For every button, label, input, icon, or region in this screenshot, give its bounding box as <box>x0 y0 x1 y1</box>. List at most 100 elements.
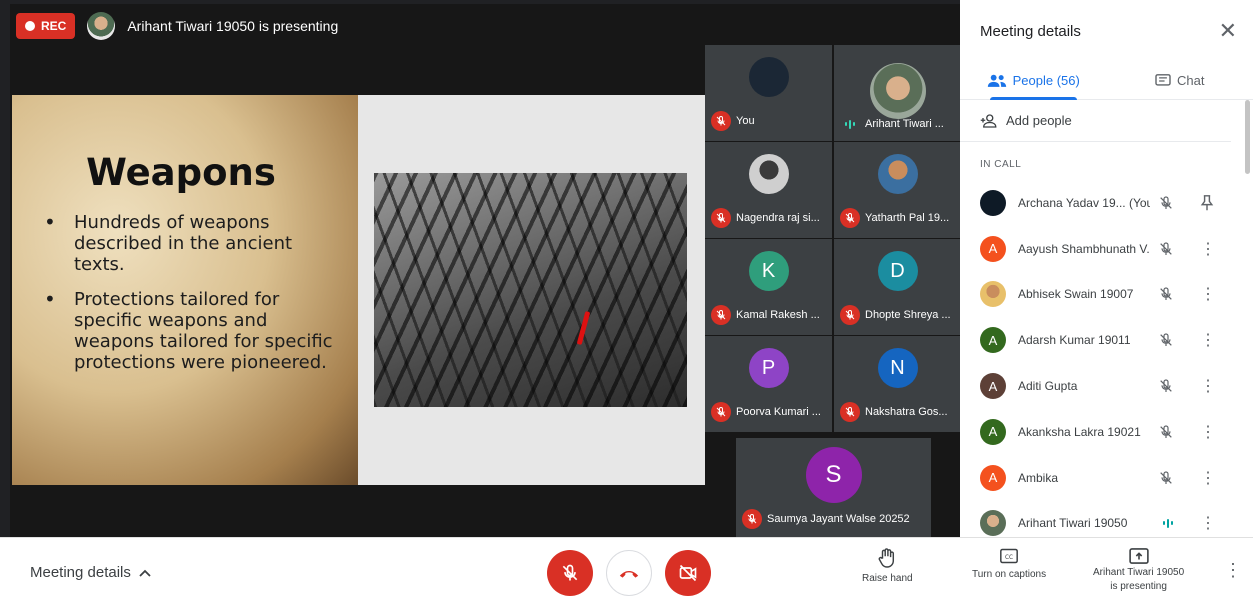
leave-call-button[interactable] <box>606 550 652 596</box>
more-options-icon[interactable]: ⋮ <box>1200 468 1216 488</box>
participant-row-name: Abhisek Swain 19007 <box>1018 287 1134 302</box>
recording-label: REC <box>41 19 67 33</box>
participant-row-name: Akanksha Lakra 19021 <box>1018 424 1141 439</box>
tab-label: People (56) <box>1012 73 1080 88</box>
participant-avatar <box>869 63 926 119</box>
participant-row[interactable]: A Akanksha Lakra 19021 ⋮ <box>960 409 1253 455</box>
participant-tile[interactable]: N Nakshatra Gos... <box>834 336 961 432</box>
add-people-button[interactable]: Add people <box>960 100 1231 142</box>
participant-avatar: S <box>805 447 862 503</box>
participant-row[interactable]: A Aditi Gupta ⋮ <box>960 363 1253 409</box>
participant-avatar: P <box>748 348 789 388</box>
pin-icon[interactable] <box>1200 194 1214 211</box>
more-options-icon[interactable]: ⋮ <box>1224 560 1242 581</box>
slide-title: Weapons <box>86 151 276 194</box>
add-people-label: Add people <box>1006 113 1072 128</box>
participant-row[interactable]: A Ambika ⋮ <box>960 455 1253 501</box>
panel-scrollbar[interactable] <box>1245 100 1250 174</box>
add-person-icon <box>980 113 997 128</box>
raise-hand-button[interactable]: Raise hand <box>862 548 913 584</box>
more-options-icon[interactable]: ⋮ <box>1200 284 1216 304</box>
presenting-status: is presenting <box>1110 581 1167 592</box>
slide-bullet: Protections tailored for specific weapon… <box>40 289 342 373</box>
participant-tile[interactable]: P Poorva Kumari ... <box>705 336 832 432</box>
participant-name: Yatharth Pal 19... <box>865 212 950 224</box>
participant-avatar: A <box>980 464 1006 491</box>
participant-row[interactable]: Archana Yadav 19... (You) <box>960 180 1253 226</box>
participant-tile[interactable]: Yatharth Pal 19... <box>834 142 961 238</box>
more-options-icon[interactable]: ⋮ <box>1200 376 1216 396</box>
tab-chat[interactable]: Chat <box>1107 62 1253 99</box>
mic-off-icon <box>1160 471 1172 484</box>
slide-bullets: Hundreds of weapons described in the anc… <box>40 212 342 373</box>
slide-bullet: Hundreds of weapons described in the anc… <box>40 212 342 275</box>
chat-icon <box>1155 73 1171 86</box>
tab-people[interactable]: People (56) <box>960 62 1107 100</box>
participant-row[interactable]: Abhisek Swain 19007 ⋮ <box>960 272 1253 318</box>
mic-off-icon <box>742 509 762 529</box>
participant-row-name: Aditi Gupta <box>1018 379 1078 394</box>
participant-avatar: A <box>980 327 1006 354</box>
participant-avatar <box>980 189 1006 216</box>
close-icon[interactable]: ✕ <box>1219 20 1237 42</box>
microphone-toggle-button[interactable] <box>547 550 593 596</box>
more-options-icon[interactable]: ⋮ <box>1200 422 1216 442</box>
participant-avatar: A <box>980 373 1006 400</box>
hang-up-icon <box>619 570 639 578</box>
more-options-icon[interactable]: ⋮ <box>1200 330 1216 350</box>
presentation-status-button[interactable]: Arihant Tiwari 19050 is presenting <box>1093 548 1184 592</box>
in-call-heading: IN CALL <box>980 159 1022 170</box>
participant-avatar <box>748 57 789 97</box>
participant-name: Nakshatra Gos... <box>865 406 948 418</box>
meeting-details-panel: Meeting details ✕ People (56) Chat Add p… <box>960 0 1253 537</box>
participant-name: Dhopte Shreya ... <box>865 309 951 321</box>
mic-off-icon <box>1160 287 1172 301</box>
mic-off-icon <box>711 402 731 422</box>
mic-off-icon <box>711 111 731 131</box>
participant-name: You <box>736 115 755 127</box>
participant-avatar: N <box>877 348 918 388</box>
participant-row-name: Adarsh Kumar 19011 <box>1018 333 1131 348</box>
participant-avatar <box>877 154 918 194</box>
slide-image-panel <box>358 95 705 485</box>
record-dot-icon <box>25 21 35 31</box>
participant-avatar: A <box>980 418 1006 445</box>
participant-row-name: Aayush Shambhunath V... <box>1018 241 1150 256</box>
captions-icon: CC <box>1000 548 1018 564</box>
mic-off-icon <box>562 564 578 581</box>
mic-off-icon <box>840 402 860 422</box>
captions-button[interactable]: CC Turn on captions <box>972 548 1046 580</box>
panel-tabs: People (56) Chat <box>960 62 1253 100</box>
more-options-icon[interactable]: ⋮ <box>1200 513 1216 533</box>
participant-row[interactable]: A Adarsh Kumar 19011 ⋮ <box>960 317 1253 363</box>
mic-off-icon <box>840 305 860 325</box>
people-icon <box>987 74 1006 87</box>
participant-tile[interactable]: You <box>705 45 832 141</box>
speaking-indicator-icon <box>1158 516 1178 530</box>
participant-tile[interactable]: S Saumya Jayant Walse 20252 <box>736 438 931 537</box>
participant-tile[interactable]: D Dhopte Shreya ... <box>834 239 961 335</box>
captions-label: Turn on captions <box>972 569 1047 580</box>
participant-name: Saumya Jayant Walse 20252 <box>767 513 910 525</box>
participant-tile[interactable]: K Kamal Rakesh ... <box>705 239 832 335</box>
participant-avatar: D <box>877 251 918 291</box>
more-options-icon[interactable]: ⋮ <box>1200 239 1216 259</box>
mic-off-icon <box>1160 425 1172 438</box>
participant-tile[interactable]: Arihant Tiwari ... <box>834 45 961 141</box>
participant-name: Poorva Kumari ... <box>736 406 821 418</box>
participant-tile[interactable]: Nagendra raj si... <box>705 142 832 238</box>
camera-off-icon <box>679 564 697 582</box>
presenter-avatar <box>87 12 116 40</box>
tab-label: Chat <box>1177 73 1205 88</box>
participant-name: Kamal Rakesh ... <box>736 309 820 321</box>
participant-row-name: Arihant Tiwari 19050 <box>1018 516 1128 531</box>
participant-avatar <box>748 154 789 194</box>
participant-row[interactable]: A Aayush Shambhunath V... ⋮ <box>960 226 1253 272</box>
svg-text:CC: CC <box>1005 555 1013 561</box>
meeting-details-toggle[interactable]: Meeting details <box>30 564 151 581</box>
presenting-name: Arihant Tiwari 19050 <box>1093 567 1185 578</box>
camera-toggle-button[interactable] <box>665 550 711 596</box>
participant-row-name: Ambika <box>1018 470 1059 485</box>
shared-slide: Weapons Hundreds of weapons described in… <box>12 95 705 485</box>
participant-avatar: A <box>980 235 1006 262</box>
